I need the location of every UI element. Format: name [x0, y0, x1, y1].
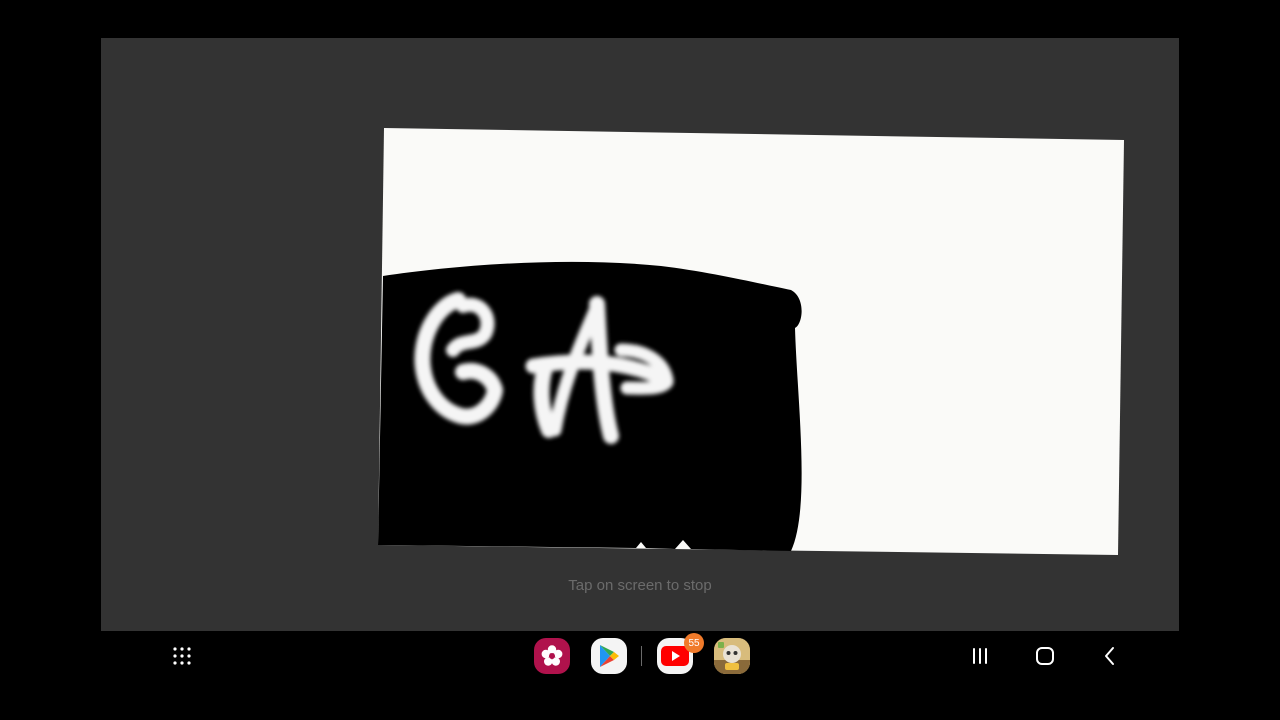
recents-icon — [973, 648, 987, 664]
stop-hint-text[interactable]: Tap on screen to stop — [101, 577, 1179, 594]
apps-grid-button[interactable] — [167, 641, 197, 671]
home-icon — [1036, 647, 1054, 665]
youtube-icon — [661, 646, 689, 666]
notification-badge: 55 — [684, 633, 704, 653]
back-icon — [1105, 647, 1114, 665]
home-button[interactable] — [1030, 641, 1060, 671]
play-store-app-button[interactable] — [591, 638, 627, 674]
dock-divider — [641, 646, 642, 666]
taskbar: 55 — [101, 631, 1179, 681]
recents-button[interactable] — [965, 641, 995, 671]
screen-mirror-area[interactable]: Tap on screen to stop — [101, 38, 1179, 631]
game-icon — [714, 638, 750, 674]
flower-icon — [541, 645, 563, 666]
apps-grid-icon — [173, 647, 191, 665]
back-button[interactable] — [1095, 641, 1125, 671]
play-store-icon — [600, 645, 619, 667]
game-app-button[interactable] — [714, 638, 750, 674]
drawing-canvas[interactable] — [101, 38, 1179, 631]
blossom-app-button[interactable] — [534, 638, 570, 674]
